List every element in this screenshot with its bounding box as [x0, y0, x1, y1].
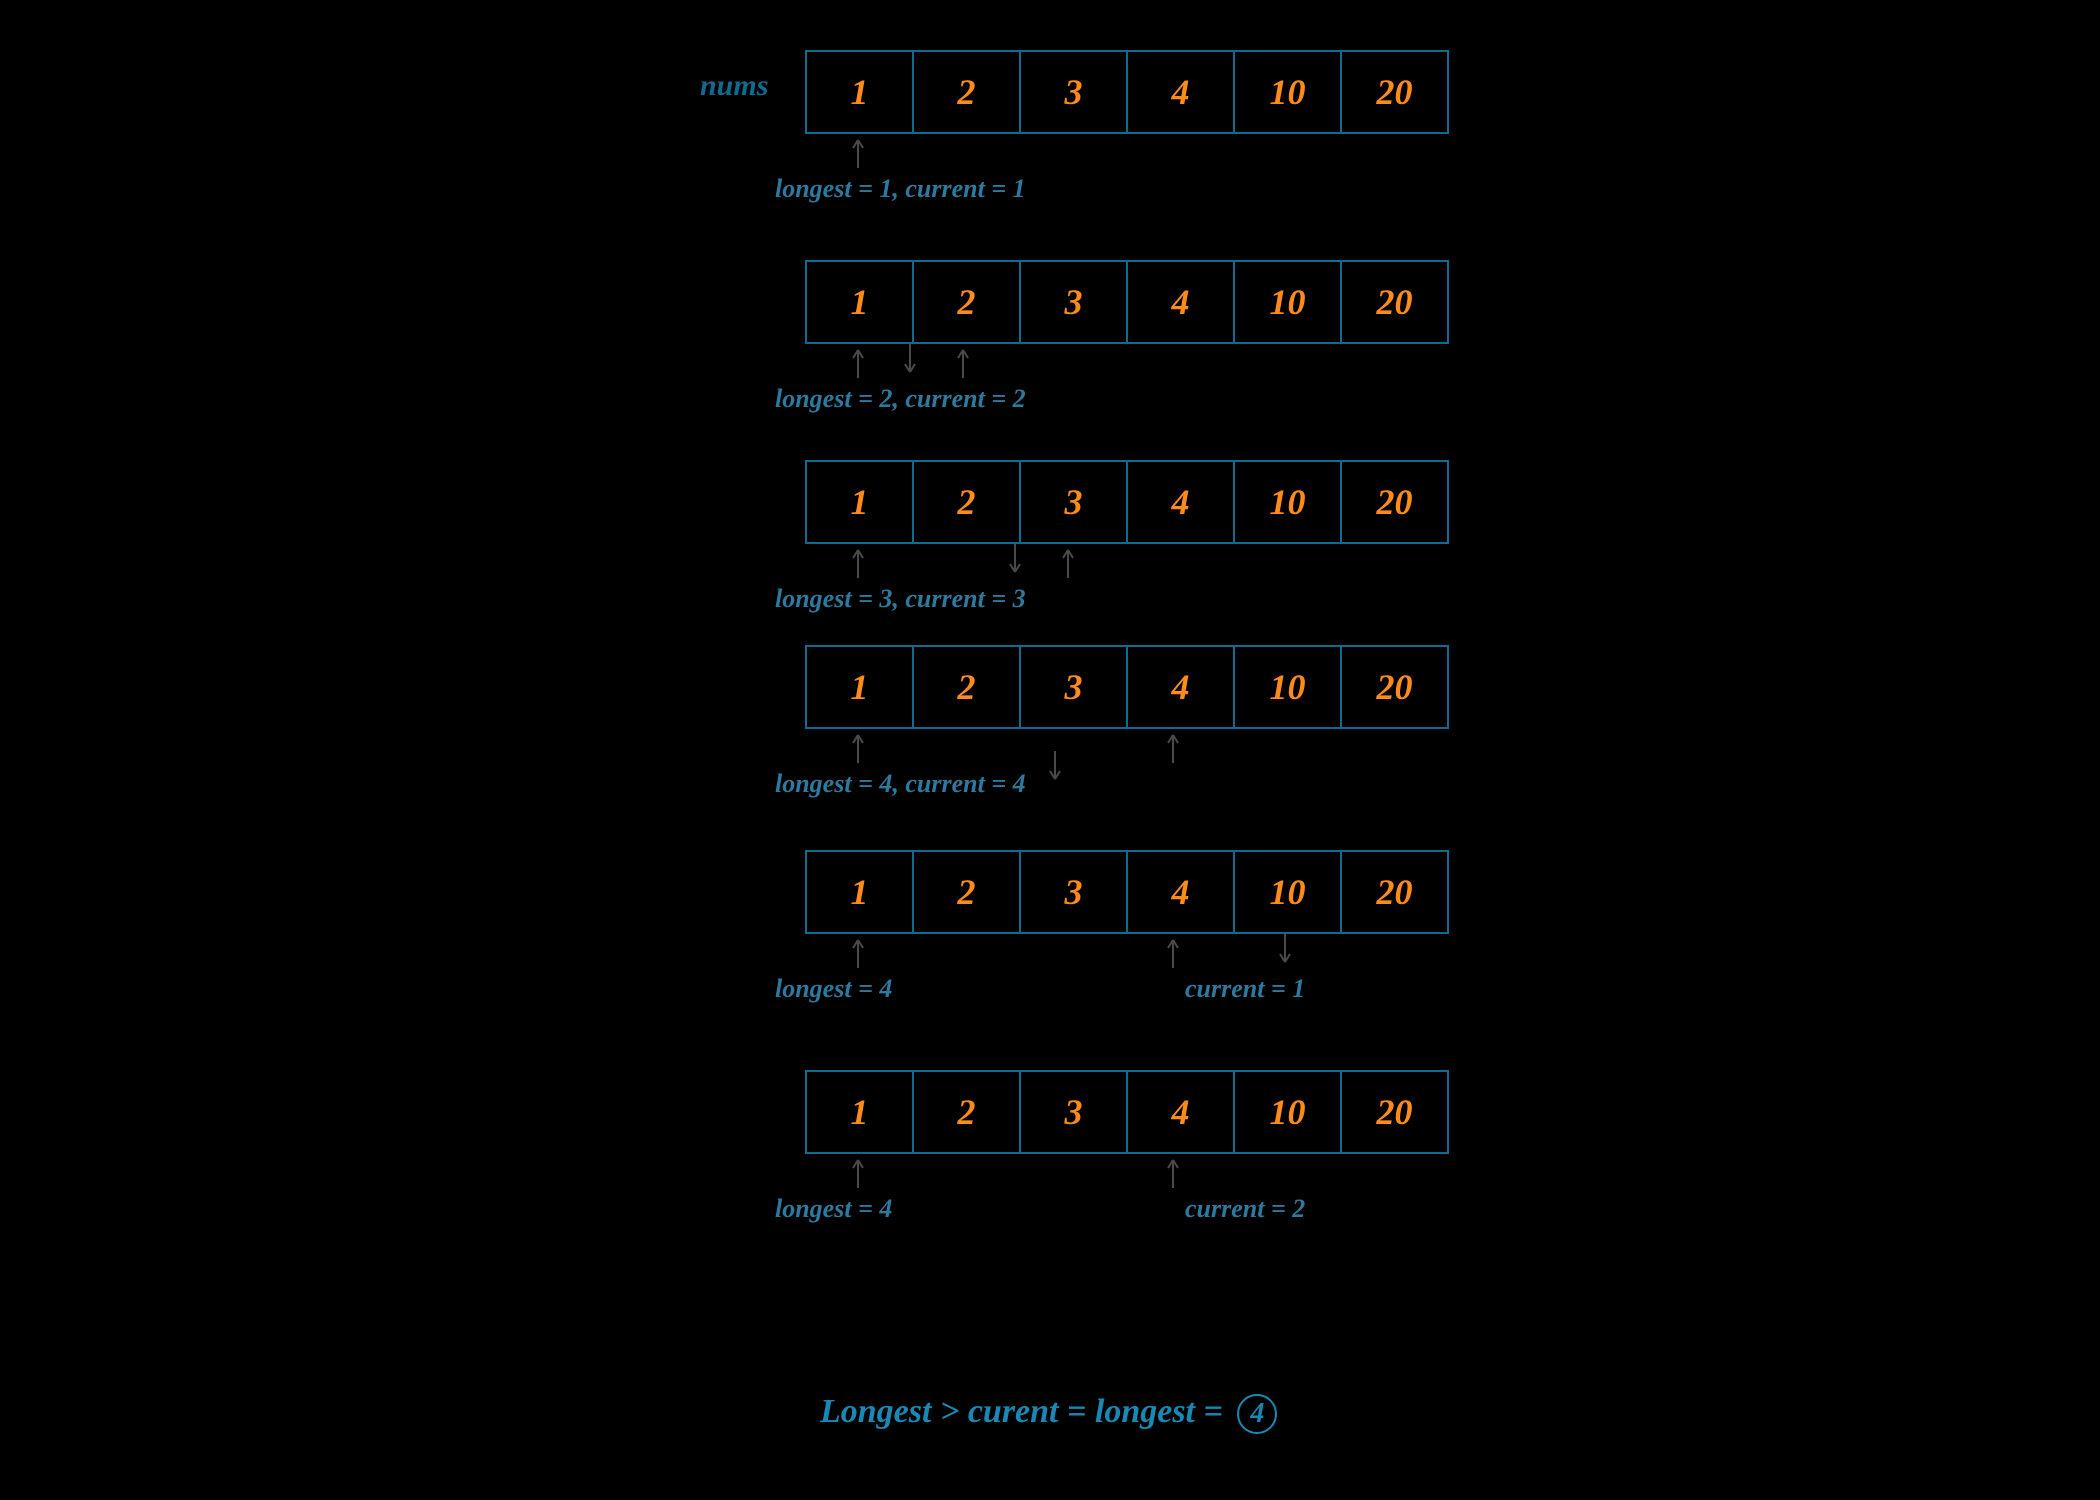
array-row-step-1: 12341020: [805, 260, 1449, 344]
array-cell: 4: [1126, 1070, 1235, 1154]
array-cell: 3: [1019, 260, 1128, 344]
array-cell: 2: [912, 460, 1021, 544]
pointer-up-arrow: [1164, 729, 1182, 769]
pointer-down-arrow: [1276, 934, 1294, 974]
step-caption: longest = 3, current = 3: [775, 584, 1026, 614]
array-cell: 2: [912, 50, 1021, 134]
step-caption-right: current = 1: [1185, 974, 1305, 1004]
pointer-up-arrow: [954, 344, 972, 384]
array-cell: 3: [1019, 460, 1128, 544]
step-caption-right: current = 2: [1185, 1194, 1305, 1224]
step-caption-left: longest = 4: [775, 974, 892, 1004]
array-row-step-4: 12341020: [805, 850, 1449, 934]
pointer-up-arrow: [849, 729, 867, 769]
array-cell: 4: [1126, 460, 1235, 544]
pointer-up-arrow: [1164, 934, 1182, 974]
array-cell: 3: [1019, 850, 1128, 934]
array-cell: 20: [1340, 460, 1449, 544]
array-cell: 4: [1126, 850, 1235, 934]
step-caption: longest = 2, current = 2: [775, 384, 1026, 414]
array-variable-label: nums: [700, 69, 768, 103]
array-cell: 20: [1340, 1070, 1449, 1154]
array-cell: 1: [805, 645, 914, 729]
final-result-text: Longest > curent = longest = 4: [820, 1393, 1277, 1434]
pointer-up-arrow: [849, 934, 867, 974]
array-cell: 1: [805, 260, 914, 344]
array-cell: 10: [1233, 850, 1342, 934]
array-row-step-3: 12341020: [805, 645, 1449, 729]
array-cell: 3: [1019, 50, 1128, 134]
array-cell: 2: [912, 645, 1021, 729]
array-row-step-5: 12341020: [805, 1070, 1449, 1154]
array-cell: 10: [1233, 1070, 1342, 1154]
pointer-down-arrow: [1006, 544, 1024, 584]
final-prefix: Longest > curent = longest =: [820, 1393, 1231, 1430]
array-cell: 20: [1340, 50, 1449, 134]
step-caption-left: longest = 4: [775, 1194, 892, 1224]
array-cell: 10: [1233, 260, 1342, 344]
array-cell: 2: [912, 260, 1021, 344]
array-cell: 4: [1126, 260, 1235, 344]
array-cell: 3: [1019, 645, 1128, 729]
array-cell: 10: [1233, 50, 1342, 134]
pointer-up-arrow: [1059, 544, 1077, 584]
array-row-step-2: 12341020: [805, 460, 1449, 544]
pointer-down-arrow: [1046, 751, 1064, 791]
step-caption: longest = 4, current = 4: [775, 769, 1026, 799]
array-cell: 20: [1340, 260, 1449, 344]
array-cell: 20: [1340, 645, 1449, 729]
array-cell: 10: [1233, 645, 1342, 729]
array-cell: 1: [805, 50, 914, 134]
pointer-up-arrow: [1164, 1154, 1182, 1194]
pointer-up-arrow: [849, 1154, 867, 1194]
array-cell: 2: [912, 850, 1021, 934]
array-row-step-0: 12341020: [805, 50, 1449, 134]
array-cell: 2: [912, 1070, 1021, 1154]
pointer-down-arrow: [901, 344, 919, 384]
array-cell: 10: [1233, 460, 1342, 544]
array-cell: 1: [805, 460, 914, 544]
pointer-up-arrow: [849, 134, 867, 174]
array-cell: 1: [805, 1070, 914, 1154]
step-caption: longest = 1, current = 1: [775, 174, 1026, 204]
array-cell: 20: [1340, 850, 1449, 934]
pointer-up-arrow: [849, 344, 867, 384]
pointer-up-arrow: [849, 544, 867, 584]
array-cell: 4: [1126, 645, 1235, 729]
array-cell: 3: [1019, 1070, 1128, 1154]
array-cell: 1: [805, 850, 914, 934]
final-value-circled: 4: [1237, 1394, 1277, 1434]
array-cell: 4: [1126, 50, 1235, 134]
